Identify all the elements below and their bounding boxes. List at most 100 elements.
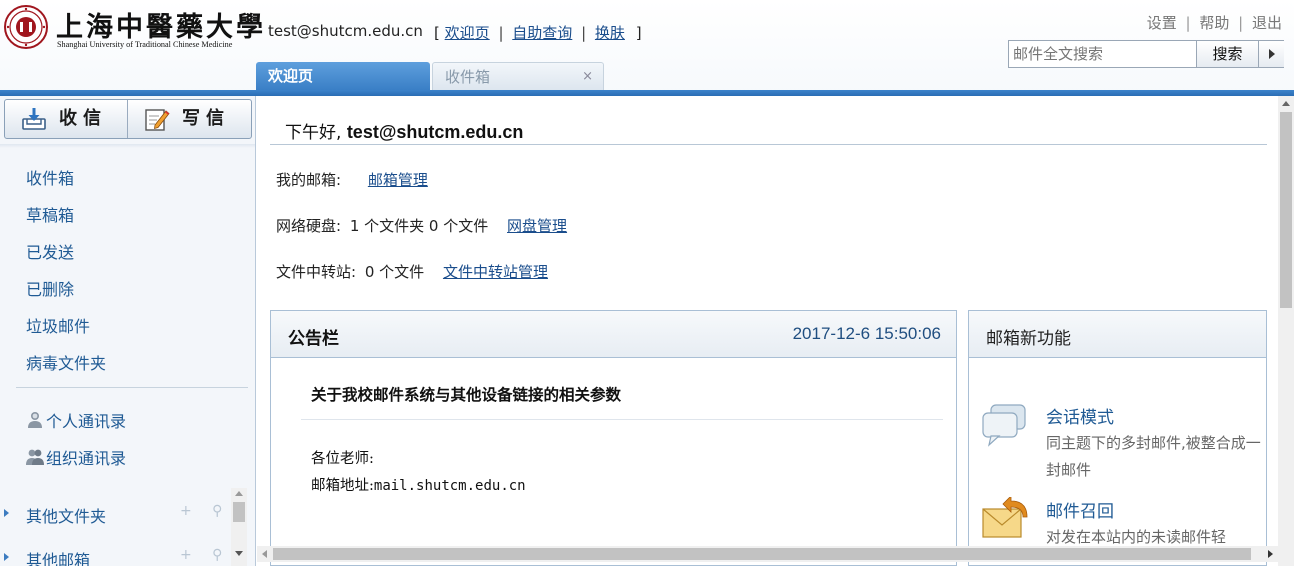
help-link[interactable]: 帮助 <box>1199 14 1229 32</box>
receive-download-icon <box>22 108 46 130</box>
scroll-thumb[interactable] <box>233 502 245 522</box>
skin-link[interactable]: 换肤 <box>595 24 625 42</box>
welcome-link[interactable]: 欢迎页 <box>445 24 490 42</box>
org-contacts[interactable]: 组织通讯录 <box>26 445 126 469</box>
compose-bar: 收信 写信 <box>4 99 252 139</box>
main-horizontal-scrollbar[interactable] <box>257 546 1278 562</box>
feature-desc: 同主题下的多封邮件,被整合成一封邮件 <box>1046 434 1261 479</box>
scroll-down-icon[interactable] <box>235 551 243 556</box>
feature-name[interactable]: 会话模式 <box>1046 403 1114 428</box>
tab-welcome[interactable]: 欢迎页 <box>256 62 430 90</box>
tab-inbox[interactable]: 收件箱 × <box>432 62 604 90</box>
group-icon <box>26 449 44 465</box>
receive-label: 收信 <box>59 108 107 129</box>
tab-welcome-label: 欢迎页 <box>268 67 314 85</box>
university-seal-icon <box>4 5 48 49</box>
features-header: 邮箱新功能 <box>969 311 1266 358</box>
logout-link[interactable]: 退出 <box>1252 14 1282 32</box>
folder-deleted[interactable]: 已删除 <box>26 276 74 300</box>
logo-title: 上海中醫藥大學 <box>56 12 266 43</box>
notice-line-label: 邮箱地址: <box>311 478 374 494</box>
quick-links: [ 欢迎页 | 自助查询 | 换肤 ] <box>434 22 642 43</box>
greeting-divider <box>270 144 1267 145</box>
separator: | <box>1185 14 1191 32</box>
netdisk-value: 1 个文件夹 0 个文件 <box>349 217 489 235</box>
separator: | <box>498 24 504 42</box>
search-button[interactable]: 搜索 <box>1196 41 1258 67</box>
self-query-link[interactable]: 自助查询 <box>512 24 572 42</box>
tab-inbox-label: 收件箱 <box>445 68 491 86</box>
sidebar-divider <box>16 387 248 388</box>
mailbox-manage-link[interactable]: 邮箱管理 <box>368 171 428 189</box>
other-folders-label: 其他文件夹 <box>26 507 107 526</box>
scroll-thumb[interactable] <box>1280 112 1292 308</box>
scroll-up-icon[interactable] <box>235 491 243 496</box>
search-input[interactable] <box>1009 41 1197 67</box>
transfer-value: 0 个文件 <box>364 263 425 281</box>
notice-line-value: mail.shutcm.edu.cn <box>373 478 526 494</box>
bracket-open: [ <box>434 24 440 42</box>
netdisk-row: 网络硬盘: 1 个文件夹 0 个文件 网盘管理 <box>276 215 567 236</box>
folder-drafts[interactable]: 草稿箱 <box>26 202 74 226</box>
org-contacts-label: 组织通讯录 <box>46 449 127 468</box>
scroll-thumb[interactable] <box>273 548 1251 560</box>
recall-envelope-icon <box>982 497 1028 538</box>
features-title: 邮箱新功能 <box>986 329 1071 349</box>
add-settings-icons[interactable]: + ⚲ <box>180 547 230 563</box>
person-icon <box>28 412 42 428</box>
notice-title: 公告栏 <box>288 329 339 349</box>
main-vertical-scrollbar[interactable] <box>1278 96 1294 566</box>
folder-spam[interactable]: 垃圾邮件 <box>26 313 90 337</box>
greeting-user: test@shutcm.edu.cn <box>346 122 524 142</box>
notice-date: 2017-12-6 15:50:06 <box>792 324 941 343</box>
notice-line: 邮箱地址:mail.shutcm.edu.cn <box>311 474 526 495</box>
other-folders-section[interactable]: 其他文件夹 + ⚲ <box>0 503 236 527</box>
header: 上海中醫藥大學 Shanghai University of Tradition… <box>0 0 1294 96</box>
transfer-label: 文件中转站: <box>276 263 357 281</box>
my-mailbox-row: 我的邮箱: 邮箱管理 <box>276 169 428 190</box>
add-settings-icons[interactable]: + ⚲ <box>180 503 230 519</box>
notice-header: 公告栏 2017-12-6 15:50:06 <box>271 311 956 358</box>
expand-arrow-icon <box>4 509 9 517</box>
write-pencil-icon <box>145 109 170 131</box>
separator: | <box>581 24 587 42</box>
separator: | <box>1238 14 1244 32</box>
user-email: test@shutcm.edu.cn <box>268 22 423 40</box>
settings-link[interactable]: 设置 <box>1147 14 1177 32</box>
notice-subject[interactable]: 关于我校邮件系统与其他设备链接的相关参数 <box>311 383 621 405</box>
close-tab-icon[interactable]: × <box>582 63 593 91</box>
folder-virus[interactable]: 病毒文件夹 <box>26 350 106 374</box>
my-mailbox-label: 我的邮箱: <box>276 171 342 189</box>
chat-bubbles-icon <box>982 404 1026 447</box>
netdisk-label: 网络硬盘: <box>276 217 342 235</box>
scroll-left-icon[interactable] <box>262 550 267 558</box>
sidebar: 收信 写信 收件箱 草稿箱 已发送 已删除 垃圾邮件 病毒文件夹 个人通讯录 组… <box>0 96 256 566</box>
greeting-prefix: 下午好, <box>285 123 342 143</box>
new-features-panel: 邮箱新功能 会话模式 同主题下的多封邮件,被整合成一封邮件 邮件召回 对发在本站… <box>968 310 1267 566</box>
university-logo: 上海中醫藥大學 Shanghai University of Tradition… <box>4 5 263 51</box>
personal-contacts[interactable]: 个人通讯录 <box>26 408 126 432</box>
bracket-close: ] <box>635 24 642 42</box>
receive-mail-button[interactable]: 收信 <box>5 100 128 138</box>
folder-inbox[interactable]: 收件箱 <box>26 165 74 189</box>
feature-name[interactable]: 邮件召回 <box>1046 497 1114 522</box>
other-mailboxes-section[interactable]: 其他邮箱 + ⚲ <box>0 547 236 566</box>
transfer-row: 文件中转站: 0 个文件 文件中转站管理 <box>276 261 548 282</box>
search-options-arrow-icon[interactable] <box>1258 41 1284 67</box>
other-mailboxes-label: 其他邮箱 <box>26 551 91 566</box>
scroll-right-icon[interactable] <box>1268 550 1273 558</box>
scroll-up-icon[interactable] <box>1282 101 1290 106</box>
compose-bar-divider <box>0 144 255 148</box>
greeting: 下午好, test@shutcm.edu.cn <box>285 118 523 143</box>
folder-sent[interactable]: 已发送 <box>26 239 74 263</box>
notice-divider <box>301 419 943 420</box>
notice-line: 各位老师: <box>311 451 374 467</box>
write-mail-button[interactable]: 写信 <box>128 100 251 138</box>
main-content: 下午好, test@shutcm.edu.cn 我的邮箱: 邮箱管理 网络硬盘:… <box>257 96 1294 566</box>
write-label: 写信 <box>182 108 230 129</box>
sidebar-scrollbar[interactable] <box>231 488 247 566</box>
netdisk-manage-link[interactable]: 网盘管理 <box>507 217 567 235</box>
notice-board: 公告栏 2017-12-6 15:50:06 关于我校邮件系统与其他设备链接的相… <box>270 310 957 566</box>
expand-arrow-icon <box>4 553 9 561</box>
transfer-manage-link[interactable]: 文件中转站管理 <box>443 263 548 281</box>
